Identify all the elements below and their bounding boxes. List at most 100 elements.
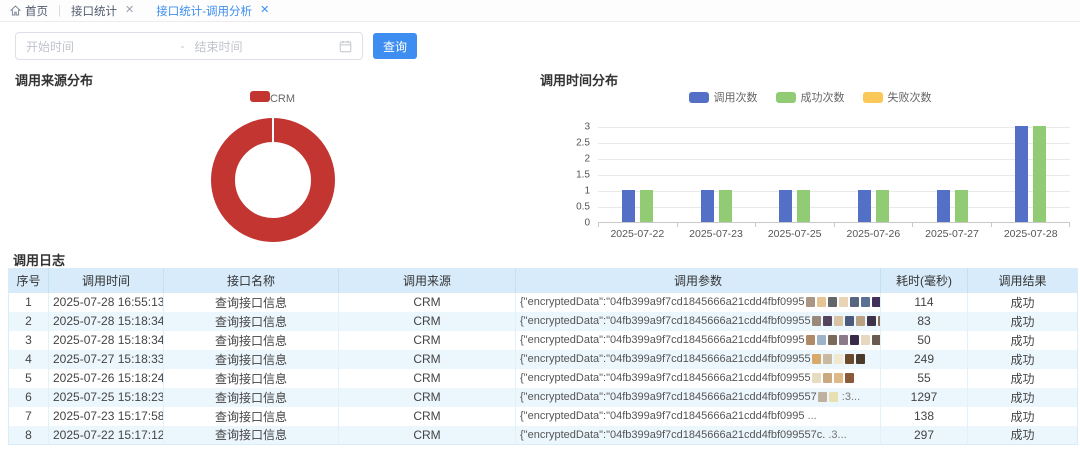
breadcrumb-home[interactable]: 首页 xyxy=(10,3,48,19)
param-text: {"encryptedData":"04fb399a9f7cd1845666a2… xyxy=(520,334,805,346)
tab-interface-stats[interactable]: 接口统计 ✕ xyxy=(71,3,134,19)
cell-result: 成功 xyxy=(968,407,1078,426)
redacted-mosaic xyxy=(834,316,843,326)
redacted-mosaic xyxy=(812,316,821,326)
redacted-mosaic xyxy=(823,373,832,383)
y-tick-label: 1 xyxy=(584,186,590,197)
donut-segment-gap xyxy=(272,118,274,142)
cell-seq: 1 xyxy=(9,293,49,312)
bar-group[interactable] xyxy=(913,127,992,222)
cell-api-name: 查询接口信息 xyxy=(164,407,339,426)
donut-chart[interactable] xyxy=(211,118,335,242)
x-tick-label: 2025-07-28 xyxy=(991,228,1070,240)
column-header[interactable]: 耗时(毫秒) xyxy=(881,269,968,293)
bar-成功次数[interactable] xyxy=(640,190,653,222)
query-bar: 开始时间 - 结束时间 查询 xyxy=(15,32,417,60)
cell-api-name: 查询接口信息 xyxy=(164,350,339,369)
param-text: {"encryptedData":"04fb399a9f7cd1845666a2… xyxy=(520,391,817,403)
redacted-mosaic xyxy=(845,316,854,326)
column-header[interactable]: 调用结果 xyxy=(968,269,1078,293)
table-row: 82025-07-22 15:17:12查询接口信息CRM{"encrypted… xyxy=(9,426,1078,445)
bar-调用次数[interactable] xyxy=(1015,126,1028,222)
tab-call-analysis[interactable]: 接口统计-调用分析 ✕ xyxy=(156,3,269,19)
bar-成功次数[interactable] xyxy=(955,190,968,222)
cell-duration: 50 xyxy=(881,331,968,350)
table-row: 72025-07-23 15:17:58查询接口信息CRM{"encrypted… xyxy=(9,407,1078,426)
bar-legend: 调用次数 成功次数 失败次数 xyxy=(560,89,1060,105)
cell-params: {"encryptedData":"04fb399a9f7cd1845666a2… xyxy=(516,388,881,407)
legend-label: 失败次数 xyxy=(888,89,932,105)
bar-调用次数[interactable] xyxy=(858,190,871,222)
bar-group[interactable] xyxy=(991,127,1070,222)
redacted-mosaic xyxy=(856,354,865,364)
legend-label: 成功次数 xyxy=(801,89,845,105)
redacted-mosaic xyxy=(823,316,832,326)
search-button[interactable]: 查询 xyxy=(373,33,417,59)
calendar-icon[interactable] xyxy=(339,40,352,53)
x-tick-label: 2025-07-27 xyxy=(913,228,992,240)
y-tick-label: 2 xyxy=(584,154,590,165)
redacted-mosaic xyxy=(829,392,838,402)
redacted-mosaic xyxy=(850,297,859,307)
column-header[interactable]: 调用来源 xyxy=(339,269,516,293)
cell-seq: 7 xyxy=(9,407,49,426)
cell-source: CRM xyxy=(339,350,516,369)
bar-调用次数[interactable] xyxy=(701,190,714,222)
column-header[interactable]: 调用时间 xyxy=(49,269,164,293)
table-row: 12025-07-28 16:55:13查询接口信息CRM{"encrypted… xyxy=(9,293,1078,312)
bar-成功次数[interactable] xyxy=(1033,126,1046,222)
cell-source: CRM xyxy=(339,293,516,312)
legend-item[interactable]: 调用次数 xyxy=(689,89,758,105)
start-time-placeholder[interactable]: 开始时间 xyxy=(26,38,171,55)
bar-group[interactable] xyxy=(834,127,913,222)
legend-swatch-icon xyxy=(689,92,709,103)
bar-调用次数[interactable] xyxy=(937,190,950,222)
redacted-mosaic xyxy=(812,354,821,364)
bar-group[interactable] xyxy=(677,127,756,222)
y-tick-label: 0 xyxy=(584,218,590,229)
tab-divider: | xyxy=(58,5,61,17)
range-separator: - xyxy=(171,39,195,53)
bar-group[interactable] xyxy=(755,127,834,222)
top-tab-bar: 首页 | 接口统计 ✕ 接口统计-调用分析 ✕ xyxy=(0,0,1080,22)
cell-seq: 8 xyxy=(9,426,49,445)
bar-成功次数[interactable] xyxy=(876,190,889,222)
bar-成功次数[interactable] xyxy=(797,190,810,222)
redacted-mosaic xyxy=(856,316,865,326)
param-text: {"encryptedData":"04fb399a9f7cd1845666a2… xyxy=(520,410,805,422)
bar-成功次数[interactable] xyxy=(719,190,732,222)
bar-group[interactable] xyxy=(598,127,677,222)
param-text: {"encryptedData":"04fb399a9f7cd1845666a2… xyxy=(520,315,811,327)
pie-chart-title: 调用来源分布 xyxy=(15,70,93,89)
cell-api-name: 查询接口信息 xyxy=(164,426,339,445)
redacted-mosaic xyxy=(817,335,826,345)
legend-item[interactable]: 失败次数 xyxy=(863,89,932,105)
close-icon[interactable]: ✕ xyxy=(125,5,134,16)
page: 首页 | 接口统计 ✕ 接口统计-调用分析 ✕ 开始时间 - 结束时间 查询 调… xyxy=(0,0,1080,457)
cell-result: 成功 xyxy=(968,312,1078,331)
cell-time: 2025-07-23 15:17:58 xyxy=(49,407,164,426)
legend-item[interactable]: 成功次数 xyxy=(776,89,845,105)
cell-seq: 4 xyxy=(9,350,49,369)
cell-duration: 55 xyxy=(881,369,968,388)
cell-api-name: 查询接口信息 xyxy=(164,312,339,331)
column-header[interactable]: 接口名称 xyxy=(164,269,339,293)
end-time-placeholder[interactable]: 结束时间 xyxy=(195,38,340,55)
cell-seq: 5 xyxy=(9,369,49,388)
date-range-picker[interactable]: 开始时间 - 结束时间 xyxy=(15,32,363,60)
cell-api-name: 查询接口信息 xyxy=(164,293,339,312)
cell-result: 成功 xyxy=(968,350,1078,369)
tab-label: 接口统计 xyxy=(71,3,117,19)
bar-调用次数[interactable] xyxy=(622,190,635,222)
bar-调用次数[interactable] xyxy=(779,190,792,222)
close-icon[interactable]: ✕ xyxy=(260,5,269,16)
column-header[interactable]: 序号 xyxy=(9,269,49,293)
bar-chart-title: 调用时间分布 xyxy=(540,70,618,89)
legend-item[interactable]: CRM xyxy=(250,91,295,105)
bar-x-axis-ticks xyxy=(598,223,1070,227)
redacted-mosaic xyxy=(834,354,843,364)
column-header[interactable]: 调用参数 xyxy=(516,269,881,293)
y-tick-label: 3 xyxy=(584,122,590,133)
cell-time: 2025-07-25 15:18:23 xyxy=(49,388,164,407)
x-tick-label: 2025-07-22 xyxy=(598,228,677,240)
